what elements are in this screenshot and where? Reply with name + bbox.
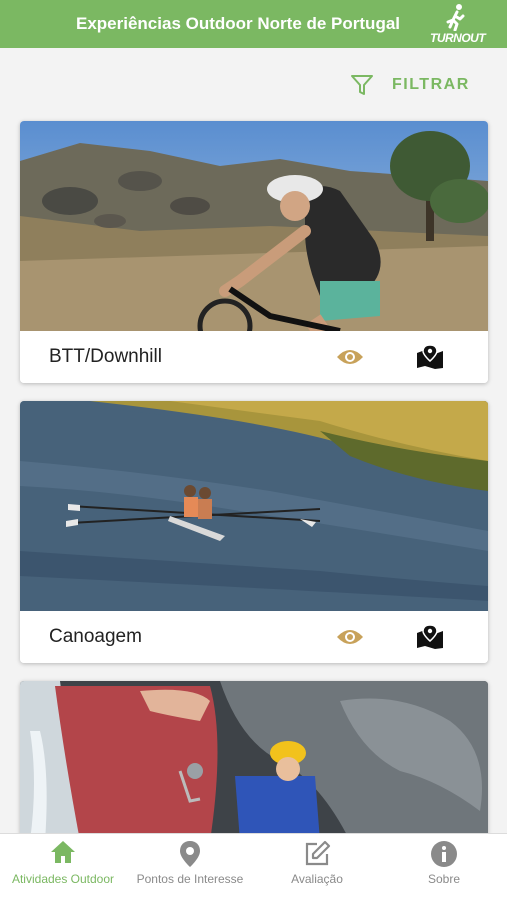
card-bar: Canoagem [20, 611, 488, 663]
tab-atividades-outdoor[interactable]: Atividades Outdoor [0, 834, 126, 901]
activity-card-canoagem[interactable]: Canoagem [20, 401, 488, 663]
filter-label: FILTRAR [392, 76, 470, 93]
eye-icon[interactable] [336, 347, 364, 367]
info-icon [431, 841, 457, 867]
canyoning-photo [20, 681, 488, 841]
app-header: Experiências Outdoor Norte de Portugal T… [0, 0, 507, 48]
card-bar: BTT/Downhill [20, 331, 488, 383]
btt-photo [20, 121, 488, 331]
tab-label: Avaliação [291, 872, 343, 886]
activity-card-btt[interactable]: BTT/Downhill [20, 121, 488, 383]
turnout-logo: TURNOUT [430, 3, 486, 45]
map-icon[interactable] [416, 345, 444, 369]
runner-icon [446, 4, 465, 31]
bottom-tab-bar: Atividades Outdoor Pontos de Interesse A… [0, 833, 507, 901]
tab-label: Pontos de Interesse [136, 872, 244, 886]
edit-icon [305, 840, 331, 866]
tab-sobre[interactable]: Sobre [381, 834, 507, 901]
filter-icon [351, 75, 373, 95]
logo-text: TURNOUT [430, 31, 486, 45]
tab-label: Sobre [427, 872, 461, 886]
home-icon [51, 841, 75, 863]
tab-avaliacao[interactable]: Avaliação [254, 834, 380, 901]
app-title: Experiências Outdoor Norte de Portugal [76, 14, 401, 33]
tab-label: Atividades Outdoor [11, 872, 115, 886]
eye-icon[interactable] [336, 627, 364, 647]
filter-button[interactable]: FILTRAR [350, 73, 470, 97]
map-icon[interactable] [416, 625, 444, 649]
tab-pontos-de-interesse[interactable]: Pontos de Interesse [127, 834, 253, 901]
activity-name: BTT/Downhill [49, 346, 162, 367]
activity-card-canyoning[interactable] [20, 681, 488, 841]
location-pin-icon [180, 841, 200, 867]
canoagem-photo [20, 401, 488, 611]
activity-name: Canoagem [49, 626, 142, 647]
